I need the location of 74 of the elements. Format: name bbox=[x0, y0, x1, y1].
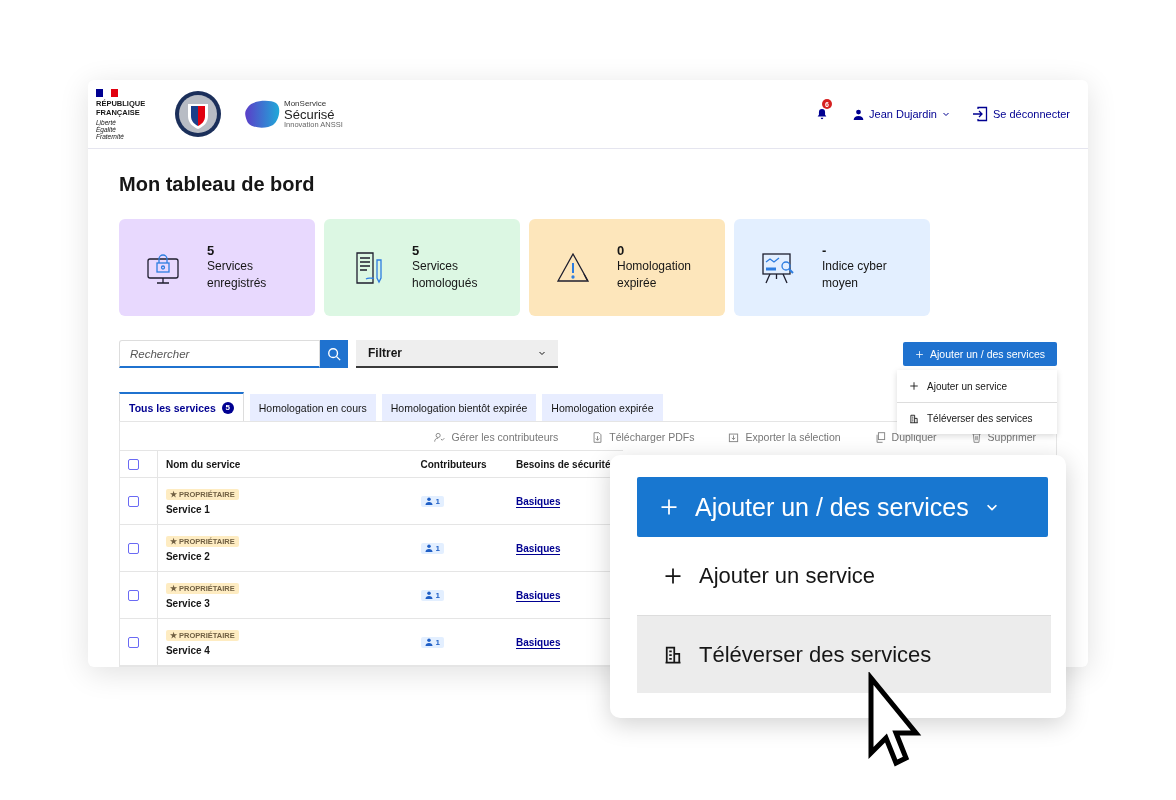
tab[interactable]: Tous les services 5 bbox=[119, 392, 244, 421]
user-icon bbox=[424, 638, 433, 646]
toolbar-action[interactable]: Exporter la sélection bbox=[728, 431, 841, 443]
service-name: Service 4 bbox=[165, 645, 211, 656]
product-label: MonService bbox=[284, 99, 328, 108]
count-badge: 5 bbox=[221, 401, 234, 414]
menu-item[interactable]: Téléverser des services bbox=[897, 402, 1057, 434]
contributor-count: 1 bbox=[420, 636, 444, 648]
trash-icon bbox=[970, 431, 982, 443]
security-needs-link[interactable]: Basiques bbox=[516, 543, 561, 555]
column-header: Contributeurs bbox=[420, 458, 487, 470]
stat-label: Services enregistrés bbox=[207, 258, 267, 292]
service-name: Service 3 bbox=[165, 598, 211, 609]
chevron-down-icon bbox=[538, 349, 546, 357]
flag-icon bbox=[96, 88, 118, 97]
column-header: Besoins de sécurité bbox=[516, 458, 611, 470]
plus-icon bbox=[915, 349, 924, 359]
stat-value: 5 bbox=[412, 243, 421, 258]
building-icon bbox=[663, 644, 683, 665]
user-icon bbox=[853, 108, 865, 120]
checkbox[interactable] bbox=[128, 458, 139, 470]
service-name: Service 1 bbox=[165, 504, 211, 515]
contributor-count: 1 bbox=[420, 542, 444, 554]
plus-icon bbox=[663, 566, 683, 586]
contributor-count: 1 bbox=[420, 495, 444, 507]
stat-value: 0 bbox=[617, 243, 626, 258]
toolbar-action[interactable]: Télécharger PDFs bbox=[592, 431, 695, 443]
building-icon bbox=[909, 413, 919, 424]
add-services-button[interactable]: Ajouter un / des services bbox=[903, 342, 1057, 366]
user-icon bbox=[424, 497, 433, 505]
checkbox[interactable] bbox=[128, 589, 139, 601]
tab[interactable]: Homologation en cours bbox=[249, 394, 376, 421]
filter-dropdown[interactable]: Filtrer bbox=[356, 340, 558, 368]
stat-value: 5 bbox=[207, 243, 216, 258]
toolbar-action[interactable]: Dupliquer bbox=[874, 431, 937, 443]
contributor-count: 1 bbox=[420, 589, 444, 601]
tab[interactable]: Homologation expirée bbox=[542, 394, 663, 421]
copy-icon bbox=[874, 431, 886, 443]
plus-icon bbox=[659, 497, 679, 517]
seal-logo bbox=[174, 90, 222, 138]
security-needs-link[interactable]: Basiques bbox=[516, 496, 561, 508]
plus-icon bbox=[909, 381, 919, 391]
export-icon bbox=[728, 431, 740, 443]
stat-label: Indice cyber moyen bbox=[822, 258, 887, 292]
checkbox[interactable] bbox=[128, 542, 139, 554]
search-icon bbox=[327, 347, 341, 361]
checkbox[interactable] bbox=[128, 636, 139, 648]
stat-label: Homologation expirée bbox=[617, 258, 692, 292]
page-title: Mon tableau de bord bbox=[119, 173, 316, 196]
logout-icon bbox=[971, 106, 988, 122]
search-button[interactable] bbox=[320, 340, 348, 368]
chevron-down-icon bbox=[941, 110, 950, 118]
product-logo bbox=[244, 99, 280, 129]
toolbar-action[interactable]: Gérer les contributeurs bbox=[434, 431, 559, 443]
security-needs-link[interactable]: Basiques bbox=[516, 637, 561, 649]
checkbox[interactable] bbox=[128, 495, 139, 507]
security-needs-link[interactable]: Basiques bbox=[516, 590, 561, 602]
user-icon bbox=[434, 431, 446, 443]
menu-item[interactable]: Téléverser des services bbox=[637, 615, 1051, 693]
service-name: Service 2 bbox=[165, 551, 211, 562]
user-icon bbox=[424, 591, 433, 599]
logout-link[interactable]: Se déconnecter bbox=[971, 106, 1070, 122]
add-services-button[interactable]: Ajouter un / des services bbox=[637, 477, 1048, 537]
column-header: Nom du service bbox=[165, 458, 241, 470]
menu-item[interactable]: Ajouter un service bbox=[897, 370, 1057, 402]
tab[interactable]: Homologation bientôt expirée bbox=[381, 394, 537, 421]
search-field[interactable]: Rechercher bbox=[119, 340, 320, 368]
file-download-icon bbox=[592, 431, 604, 443]
stat-label: Services homologués bbox=[412, 258, 478, 292]
user-menu[interactable]: Jean Dujardin bbox=[853, 108, 950, 120]
stat-value: - bbox=[822, 243, 828, 258]
user-icon bbox=[424, 544, 433, 552]
toolbar-action[interactable]: Supprimer bbox=[970, 431, 1036, 443]
product-name: Sécurisé bbox=[284, 107, 336, 121]
